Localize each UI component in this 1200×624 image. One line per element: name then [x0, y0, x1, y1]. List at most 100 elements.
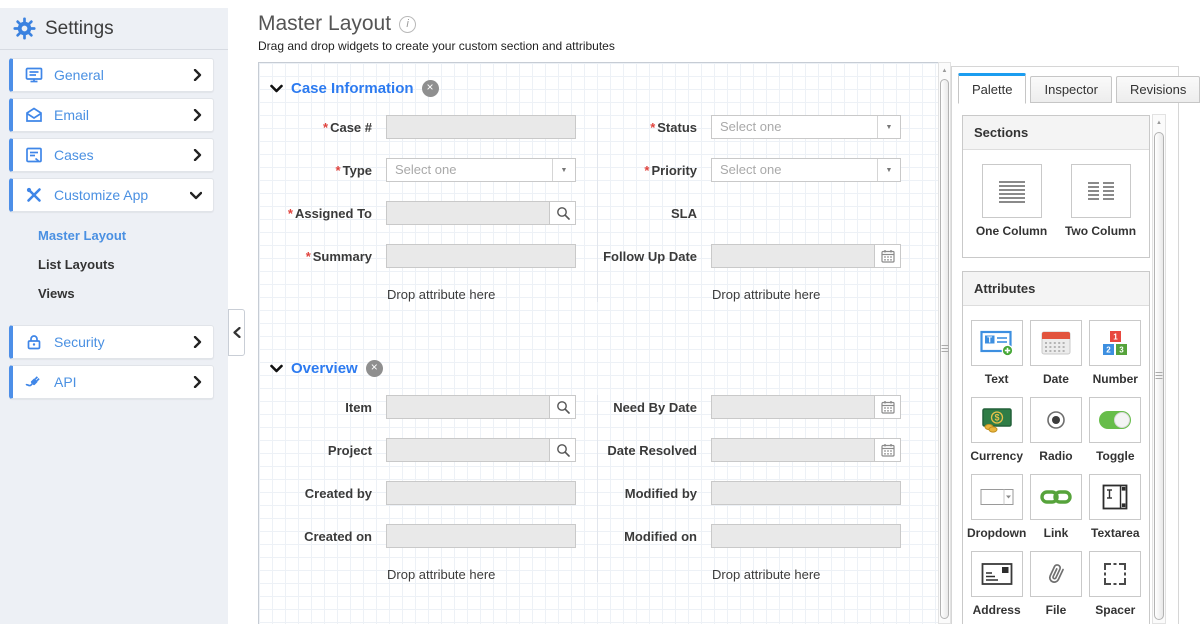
palette-item-text[interactable]: T Text [967, 320, 1026, 386]
created-on-input[interactable] [386, 524, 576, 548]
field-label: Modified on [598, 529, 697, 544]
scroll-up-icon[interactable]: ▲ [1153, 115, 1165, 130]
app-window: Settings General Email [0, 0, 1200, 624]
field-row-sla: SLA [598, 201, 938, 225]
item-input[interactable] [386, 395, 550, 419]
drop-attribute-zone[interactable]: Drop attribute here [712, 287, 938, 302]
field-row-item: Item [259, 395, 597, 419]
svg-text:3: 3 [1120, 345, 1125, 354]
palette-scrollbar-thumb[interactable] [1154, 132, 1164, 620]
layout-canvas: Case Information × *Case # *Type Select … [258, 62, 939, 624]
date-resolved-input[interactable] [711, 438, 875, 462]
sidebar-item-api[interactable]: API [9, 365, 214, 399]
sidebar-item-customize-app[interactable]: Customize App [9, 178, 214, 212]
section-delete-icon[interactable]: × [422, 80, 439, 97]
section-collapse-caret-icon[interactable] [270, 364, 283, 373]
sidebar-nav: General Email Cases [0, 50, 228, 399]
palette-item-date[interactable]: Date [1026, 320, 1085, 386]
field-label: *Type [259, 163, 372, 178]
textarea-icon [1102, 484, 1128, 510]
field-row-created-on: Created on [259, 524, 597, 548]
project-input[interactable] [386, 438, 550, 462]
submenu-item-list-layouts[interactable]: List Layouts [38, 257, 214, 272]
date-picker-button[interactable] [875, 395, 901, 419]
drop-attribute-zone[interactable]: Drop attribute here [387, 287, 597, 302]
canvas-scrollbar[interactable]: ▲ [938, 62, 951, 624]
palette-item-spacer[interactable]: Spacer [1086, 551, 1145, 617]
field-row-created-by: Created by [259, 481, 597, 505]
modified-by-input[interactable] [711, 481, 901, 505]
palette-scrollbar[interactable]: ▲ [1152, 114, 1166, 624]
lookup-button[interactable] [550, 438, 576, 462]
plug-icon [25, 373, 43, 391]
sidebar-item-label: Security [54, 334, 193, 350]
calendar-icon [881, 249, 895, 263]
palette-item-label: Toggle [1086, 449, 1145, 463]
type-select[interactable]: Select one ▼ [386, 158, 576, 182]
palette-item-radio[interactable]: Radio [1026, 397, 1085, 463]
palette-item-one-column[interactable]: One Column [967, 164, 1056, 238]
section-collapse-caret-icon[interactable] [270, 84, 283, 93]
status-select[interactable]: Select one ▼ [711, 115, 901, 139]
scrollbar-grip [941, 345, 948, 353]
need-by-date-input[interactable] [711, 395, 875, 419]
select-arrow-icon: ▼ [877, 159, 900, 181]
scrollbar-grip [1156, 372, 1163, 380]
lookup-button[interactable] [550, 201, 576, 225]
section-delete-icon[interactable]: × [366, 360, 383, 377]
sidebar-item-cases[interactable]: Cases [9, 138, 214, 172]
follow-up-date-input[interactable] [711, 244, 875, 268]
scroll-up-icon[interactable]: ▲ [939, 63, 950, 78]
chevron-down-icon [190, 191, 202, 200]
paperclip-icon [1044, 561, 1068, 587]
tab-revisions[interactable]: Revisions [1116, 76, 1200, 103]
palette-item-number[interactable]: 1 2 3 Number [1086, 320, 1145, 386]
settings-sidebar: Settings General Email [0, 8, 228, 624]
sidebar-item-general[interactable]: General [9, 58, 214, 92]
modified-on-input[interactable] [711, 524, 901, 548]
date-picker-button[interactable] [875, 244, 901, 268]
chevron-right-icon [193, 376, 202, 388]
field-row-modified-on: Modified on [598, 524, 938, 548]
sidebar-item-security[interactable]: Security [9, 325, 214, 359]
field-label: SLA [598, 206, 697, 221]
field-row-follow-up-date: Follow Up Date [598, 244, 938, 268]
summary-input[interactable] [386, 244, 576, 268]
palette-item-toggle[interactable]: Toggle [1086, 397, 1145, 463]
main-header: Master Layout i Drag and drop widgets to… [258, 12, 615, 53]
palette-item-textarea[interactable]: Textarea [1086, 474, 1145, 540]
palette-item-address[interactable]: Address [967, 551, 1026, 617]
info-icon[interactable]: i [399, 16, 416, 33]
palette-item-file[interactable]: File [1026, 551, 1085, 617]
tab-palette[interactable]: Palette [958, 73, 1026, 104]
tab-inspector[interactable]: Inspector [1030, 76, 1111, 103]
lock-icon [25, 333, 43, 351]
palette-item-two-column[interactable]: Two Column [1056, 164, 1145, 238]
palette-item-currency[interactable]: $ Currency [967, 397, 1026, 463]
required-marker: * [644, 163, 649, 178]
priority-select[interactable]: Select one ▼ [711, 158, 901, 182]
svg-text:1: 1 [1114, 332, 1119, 341]
case-number-input[interactable] [386, 115, 576, 139]
lookup-button[interactable] [550, 395, 576, 419]
palette-item-link[interactable]: Link [1026, 474, 1085, 540]
sidebar-item-label: Customize App [54, 187, 190, 203]
palette-item-label: Currency [967, 449, 1026, 463]
assigned-to-input[interactable] [386, 201, 550, 225]
palette-item-label: Textarea [1086, 526, 1145, 540]
palette-item-dropdown[interactable]: Dropdown [967, 474, 1026, 540]
created-by-input[interactable] [386, 481, 576, 505]
field-label: Created on [259, 529, 372, 544]
sidebar-collapse-handle[interactable] [228, 309, 245, 356]
sidebar-item-email[interactable]: Email [9, 98, 214, 132]
canvas-scrollbar-thumb[interactable] [940, 79, 949, 619]
drop-attribute-zone[interactable]: Drop attribute here [387, 567, 597, 582]
calendar-attr-icon [1041, 330, 1071, 356]
submenu-item-master-layout[interactable]: Master Layout [38, 228, 214, 243]
field-row-summary: *Summary [259, 244, 597, 268]
drop-attribute-zone[interactable]: Drop attribute here [712, 567, 938, 582]
date-picker-button[interactable] [875, 438, 901, 462]
palette-group-attributes: Attributes T [962, 271, 1150, 624]
submenu-item-views[interactable]: Views [38, 286, 214, 301]
palette-item-label: Number [1086, 372, 1145, 386]
